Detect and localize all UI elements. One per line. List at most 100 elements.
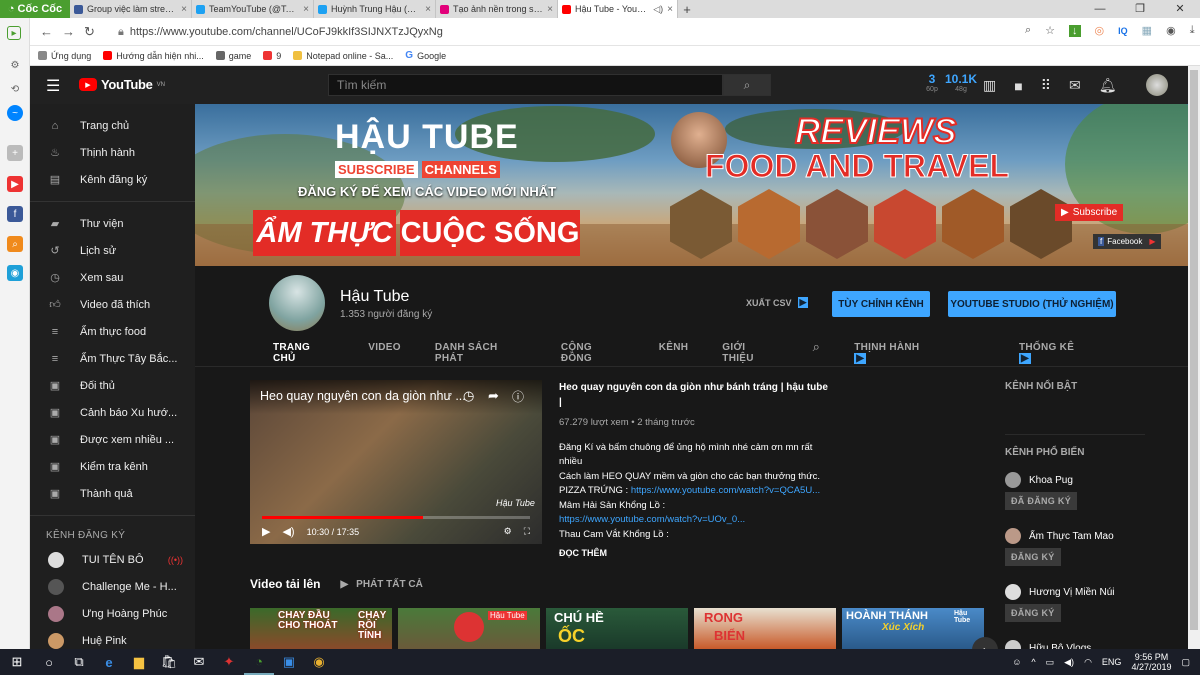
sidebar-item-liked[interactable]: 👍︎ Video đã thích (30, 291, 195, 318)
stat-views[interactable]: 10.1K 48g (944, 72, 978, 93)
chrome-ext-icon[interactable]: ◎ (1095, 24, 1105, 37)
mail-icon[interactable]: ✉ (184, 649, 214, 675)
browser-tab[interactable]: Tạo ảnh nền trong suốt t × (436, 0, 558, 18)
create-video-icon[interactable]: ■ (1014, 78, 1022, 94)
new-tab-button[interactable]: + (678, 0, 696, 18)
sidebar-item-playlist[interactable]: ≡ Ẩm Thực Tây Bắc... (30, 345, 195, 372)
video-thumbnail[interactable]: Hậu Tube (398, 608, 540, 649)
sidebar-subscription[interactable]: Challenge Me - H... (30, 573, 195, 600)
url-field[interactable]: 🔒︎ https://www.youtube.com/channel/UCoFJ… (118, 22, 998, 42)
notifications-icon[interactable]: ▢ (1181, 657, 1190, 668)
featured-video-player[interactable]: Heo quay nguyên con da giòn như ... ◷ ➦ … (250, 380, 542, 544)
customize-channel-button[interactable]: TÙY CHỈNH KÊNH (832, 291, 930, 317)
share-icon[interactable]: ➦ (488, 388, 499, 404)
notifications-bell-icon[interactable]: 🔔︎ (1099, 77, 1117, 94)
download-ext-icon[interactable]: ↓ (1069, 24, 1081, 37)
search-input[interactable]: Tìm kiếm (328, 74, 723, 96)
chrome-icon[interactable]: ◉ (304, 649, 334, 675)
network-icon[interactable]: ▭ (1046, 657, 1055, 668)
history-icon[interactable]: ⟲ (7, 81, 23, 97)
settings-gear-icon[interactable]: ⚙ (504, 526, 512, 537)
sidebar-item-trending[interactable]: ♨ Thịnh hành (30, 139, 195, 166)
channel-card-name[interactable]: Hương Vị Miền Núi (1029, 587, 1115, 598)
sidebar-toggle-icon[interactable]: ▸ (7, 26, 21, 40)
game-app-icon[interactable]: ✦ (214, 649, 244, 675)
sidebar-item-playlist[interactable]: ▣ Được xem nhiều ... (30, 426, 195, 453)
video-thumbnail[interactable]: CHAY ĐẦU CHO THOÁT CHẠY RỒI TÍNH (250, 608, 392, 649)
stat-realtime[interactable]: 3 60p (926, 72, 938, 93)
subscribed-button[interactable]: ĐÃ ĐĂNG KÝ (1005, 492, 1078, 510)
forward-icon[interactable]: → (62, 24, 75, 39)
store-icon[interactable]: 🛍︎ (154, 649, 184, 675)
subscribe-button[interactable]: ĐĂNG KÝ (1005, 604, 1061, 622)
bookmark-star-icon[interactable]: ☆ (1045, 24, 1055, 37)
task-view-icon[interactable]: ⧉ (64, 649, 94, 675)
messages-icon[interactable]: ✉ (1069, 77, 1081, 94)
volume-icon[interactable]: ◀) (282, 525, 294, 538)
tab-close-icon[interactable]: × (425, 4, 431, 15)
edge-icon[interactable]: e (94, 649, 124, 675)
cortana-search-icon[interactable]: ○ (34, 649, 64, 675)
sidebar-subscription[interactable]: TUI TÊN BÔ ((•)) (30, 546, 195, 573)
sidebar-item-home[interactable]: ⌂ Trang chủ (30, 112, 195, 139)
bookmark-item[interactable]: Hướng dẫn hiện nhi... (103, 51, 204, 61)
clock[interactable]: 9:56 PM 4/27/2019 (1131, 652, 1171, 672)
account-avatar[interactable] (1146, 74, 1168, 96)
youtube-logo[interactable]: ▶ YouTube VN (79, 77, 165, 92)
tab-close-icon[interactable]: × (181, 4, 187, 15)
export-csv-button[interactable]: XUẤT CSV ▶ (746, 297, 809, 308)
counter-badge[interactable]: IQ (1118, 26, 1128, 36)
fullscreen-icon[interactable]: ⛶ (524, 526, 530, 537)
video-thumbnail[interactable]: CHÚ HỀ ỐC (546, 608, 688, 649)
play-all-button[interactable]: ▶ PHÁT TẤT CẢ (340, 579, 422, 590)
volume-tray-icon[interactable]: ◀) (1064, 657, 1074, 668)
youtube-panel-icon[interactable]: ▶ (7, 176, 23, 192)
play-icon[interactable]: ▶ (262, 525, 270, 538)
hamburger-menu-icon[interactable]: ☰ (46, 76, 60, 96)
sidebar-item-subscriptions[interactable]: ▤ Kênh đăng ký (30, 166, 195, 193)
sidebar-item-playlist[interactable]: ▣ Thành quả (30, 480, 195, 507)
maximize-icon[interactable]: ❐ (1120, 0, 1160, 18)
coccoc-brand[interactable]: ◔ Cốc Cốc (0, 0, 70, 18)
sidebar-item-watch-later[interactable]: ◷ Xem sau (30, 264, 195, 291)
read-more-link[interactable]: ĐỌC THÊM (559, 546, 829, 561)
bookmark-item[interactable]: 9 (263, 51, 281, 61)
bookmark-item[interactable]: G Google (405, 50, 446, 61)
bookmark-item[interactable]: game (215, 51, 251, 61)
desc-link[interactable]: https://www.youtube.com/watch?v=UOv_0... (559, 513, 829, 528)
sidebar-item-playlist[interactable]: ▣ Đối thủ (30, 372, 195, 399)
downloads-icon[interactable]: ⤓ (1190, 24, 1195, 37)
channel-avatar[interactable] (1005, 472, 1021, 488)
watch-later-icon[interactable]: ◷ (463, 388, 474, 404)
sidebar-item-history[interactable]: ↺ Lịch sử (30, 237, 195, 264)
browser-tab-active[interactable]: Hậu Tube - YouTube ◁) × (558, 0, 678, 18)
browser-tab[interactable]: Huỳnh Trung Hậu (@Hun × (314, 0, 436, 18)
tray-chevron-icon[interactable]: ^ (1031, 657, 1035, 667)
zoom-icon[interactable]: ⌕ (1025, 24, 1031, 37)
youtube-studio-button[interactable]: YOUTUBE STUDIO (THỬ NGHIỆM) (948, 291, 1116, 317)
apps-grid-icon[interactable]: ⠿ (1041, 77, 1051, 94)
sidebar-item-playlist[interactable]: ≡ Ẩm thực food (30, 318, 195, 345)
reload-icon[interactable]: ↻ (84, 24, 95, 40)
channel-card-name[interactable]: Khoa Pug (1029, 475, 1073, 486)
sidebar-subscription[interactable]: Ưng Hoàng Phúc (30, 600, 195, 627)
eye-panel-icon[interactable]: ◉ (7, 265, 23, 281)
player-progress-track[interactable] (262, 516, 530, 519)
subscribe-button[interactable]: ĐĂNG KÝ (1005, 548, 1061, 566)
info-icon[interactable]: ⓘ (512, 388, 524, 405)
facebook-panel-icon[interactable]: f (7, 206, 23, 222)
channel-avatar[interactable] (1005, 528, 1021, 544)
language-indicator[interactable]: ENG (1102, 657, 1122, 667)
add-panel-icon[interactable]: + (7, 145, 23, 161)
messenger-icon[interactable]: ~ (7, 105, 23, 121)
sidebar-item-playlist[interactable]: ▣ Cảnh báo Xu hướ... (30, 399, 195, 426)
speaker-icon[interactable]: ◁) (653, 4, 663, 15)
analytics-icon[interactable]: ▥ (983, 77, 996, 94)
sidebar-subscription[interactable]: Huệ Pink (30, 627, 195, 649)
coccoc-taskbar-icon[interactable]: ◔ (244, 649, 274, 675)
tab-close-icon[interactable]: × (547, 4, 553, 15)
sidebar-item-library[interactable]: ▰ Thư viện (30, 210, 195, 237)
translate-icon[interactable]: ▦ (1142, 24, 1152, 37)
people-icon[interactable]: ☺ (1012, 657, 1021, 667)
search-button[interactable]: ⌕ (723, 74, 771, 96)
